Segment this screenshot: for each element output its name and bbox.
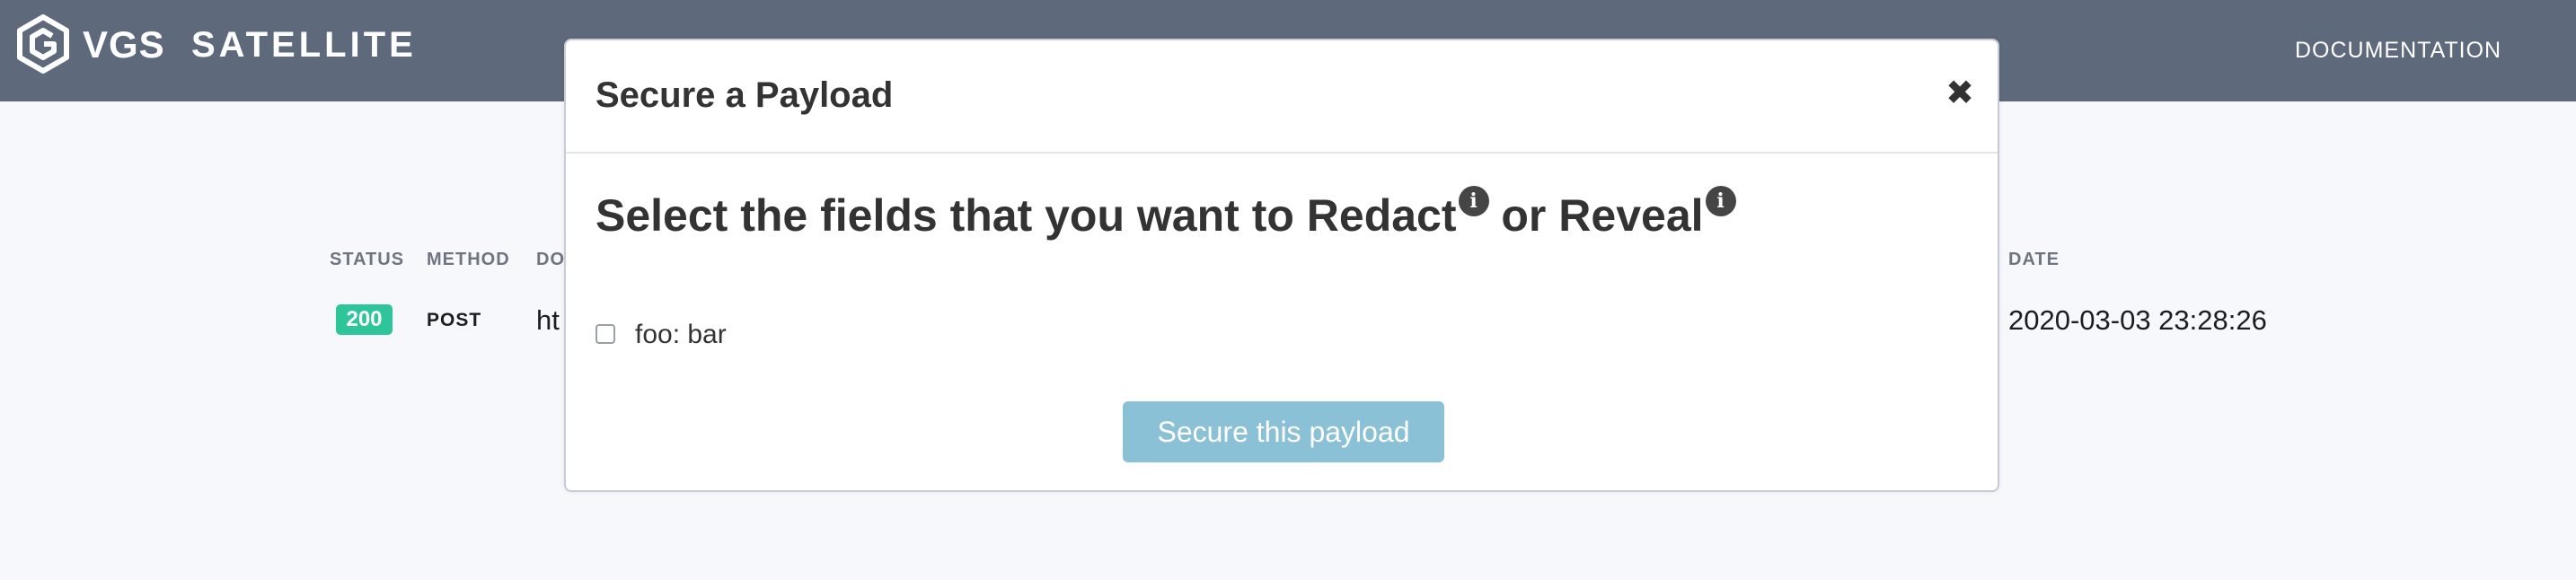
column-header-date: DATE: [2008, 250, 2060, 269]
reveal-info-icon[interactable]: i: [1705, 186, 1736, 216]
documentation-link[interactable]: DOCUMENTATION: [2295, 34, 2501, 66]
secure-payload-button[interactable]: Secure this payload: [1123, 401, 1444, 462]
column-header-status: STATUS: [330, 250, 405, 269]
secure-payload-modal: Secure a Payload ✖ Select the fields tha…: [564, 39, 1999, 492]
heading-reveal-text: or Reveal: [1488, 190, 1704, 241]
field-label[interactable]: foo: bar: [635, 319, 727, 351]
heading-redact-text: Select the fields that you want to Redac…: [595, 190, 1457, 241]
redact-info-icon[interactable]: i: [1458, 186, 1489, 216]
brand-name[interactable]: VGS: [83, 20, 165, 70]
brand-product-name[interactable]: SATELLITE: [191, 20, 417, 70]
status-badge: 200: [336, 304, 393, 335]
field-checkbox[interactable]: [595, 324, 615, 344]
method-cell: POST: [427, 310, 482, 330]
modal-heading: Select the fields that you want to Redac…: [595, 184, 1736, 247]
close-icon[interactable]: ✖: [1942, 75, 1978, 111]
vgs-logo-icon[interactable]: [16, 14, 70, 74]
modal-header: Secure a Payload ✖: [566, 40, 1998, 154]
url-cell: ht: [536, 304, 560, 336]
modal-title: Secure a Payload: [595, 75, 894, 115]
column-header-method: METHOD: [427, 250, 510, 269]
column-header-domain: DO: [536, 250, 565, 269]
date-cell: 2020-03-03 23:28:26: [2008, 304, 2267, 336]
